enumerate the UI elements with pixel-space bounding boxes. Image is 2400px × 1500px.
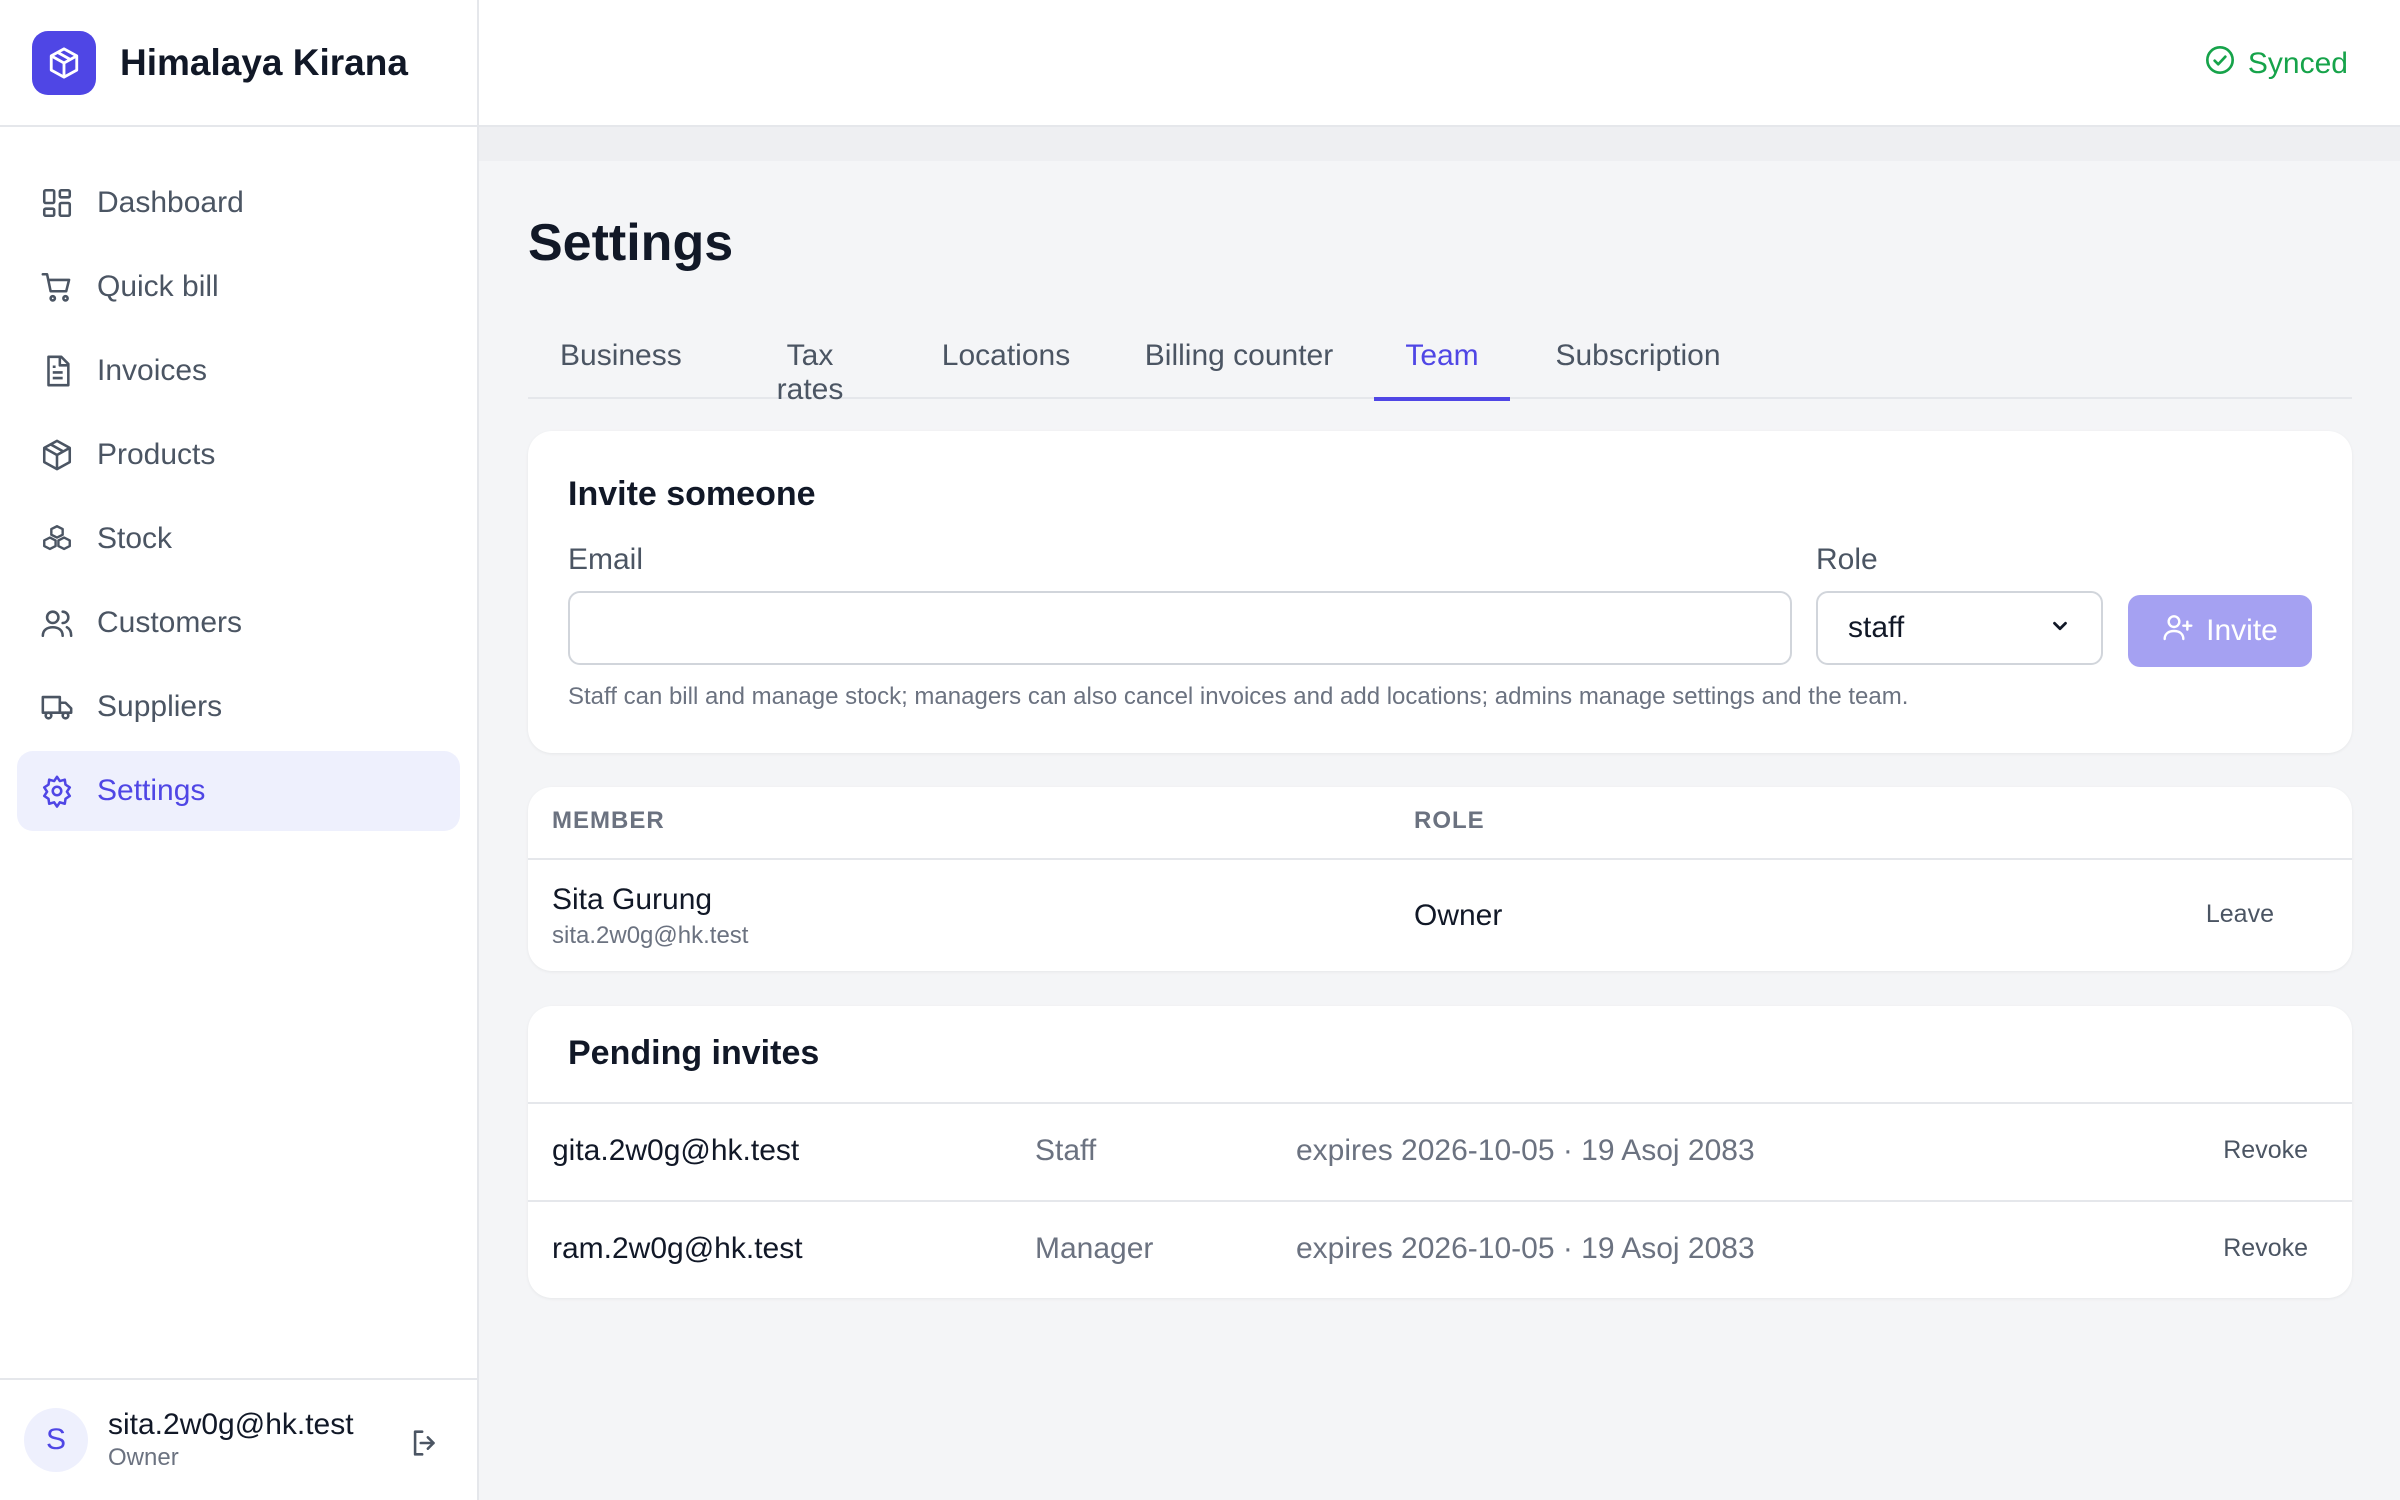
email-label: Email (568, 543, 644, 576)
sidebar-item-label: Customers (97, 606, 243, 639)
content-top-strip (479, 127, 2400, 161)
tab-billing-counter[interactable]: Billing counter (1142, 331, 1336, 399)
check-circle-icon (2204, 44, 2236, 84)
user-email: sita.2w0g@hk.test (108, 1408, 354, 1441)
user-profile: S sita.2w0g@hk.test Owner (0, 1378, 477, 1500)
app-name: Himalaya Kirana (120, 41, 408, 83)
sidebar-item-label: Products (97, 438, 216, 471)
sidebar-item-products[interactable]: Products (17, 415, 460, 495)
dashboard-icon (39, 185, 75, 221)
member-role: Owner (1414, 899, 1503, 932)
divider (528, 858, 2352, 860)
user-role: Owner (108, 1444, 179, 1471)
sidebar-item-invoices[interactable]: Invoices (17, 331, 460, 411)
gear-icon (39, 773, 75, 809)
invite-expiry: expires 2026-10-05 · 19 Asoj 2083 (1296, 1232, 1755, 1265)
boxes-icon (39, 521, 75, 557)
sidebar: Himalaya Kirana Dashboard Quick bill Inv… (0, 0, 479, 1500)
revoke-button[interactable]: Revoke (2223, 1136, 2308, 1165)
sync-status-label: Synced (2247, 47, 2348, 80)
logout-icon[interactable] (408, 1426, 444, 1462)
users-icon (39, 605, 75, 641)
sidebar-item-quick-bill[interactable]: Quick bill (17, 247, 460, 327)
tab-business[interactable]: Business (560, 331, 682, 399)
revoke-button[interactable]: Revoke (2223, 1234, 2308, 1263)
list-item: gita.2w0g@hk.test Staff expires 2026-10-… (528, 1104, 2352, 1202)
sidebar-item-label: Settings (97, 774, 206, 807)
sidebar-item-dashboard[interactable]: Dashboard (17, 163, 460, 243)
invite-button[interactable]: Invite (2128, 595, 2312, 667)
role-select-value: staff (1848, 611, 1905, 644)
box-icon (32, 30, 96, 95)
settings-tabs: Business Tax rates Locations Billing cou… (528, 331, 2352, 406)
truck-icon (39, 689, 75, 725)
invite-expiry: expires 2026-10-05 · 19 Asoj 2083 (1296, 1134, 1755, 1167)
sidebar-item-label: Quick bill (97, 270, 219, 303)
tab-subscription[interactable]: Subscription (1548, 331, 1728, 399)
pending-invites-title: Pending invites (568, 1034, 820, 1072)
sidebar-item-label: Dashboard (97, 186, 244, 219)
sidebar-item-suppliers[interactable]: Suppliers (17, 667, 460, 747)
invite-email: gita.2w0g@hk.test (552, 1134, 800, 1167)
leave-button[interactable]: Leave (2206, 900, 2274, 929)
sidebar-item-label: Suppliers (97, 690, 223, 723)
email-field[interactable] (568, 591, 1792, 665)
tab-tax-rates[interactable]: Tax rates (750, 331, 870, 406)
sidebar-item-settings[interactable]: Settings (17, 751, 460, 831)
avatar: S (24, 1408, 88, 1472)
pending-invites-card: Pending invites gita.2w0g@hk.test Staff … (528, 1006, 2352, 1298)
invite-card: Invite someone Email Role staff Invite S… (528, 431, 2352, 753)
sidebar-item-stock[interactable]: Stock (17, 499, 460, 579)
topbar: Synced (479, 0, 2400, 127)
cart-icon (39, 269, 75, 305)
member-email: sita.2w0g@hk.test (552, 922, 749, 949)
sidebar-item-label: Stock (97, 522, 173, 555)
role-label: Role (1816, 543, 1878, 576)
sidebar-nav: Dashboard Quick bill Invoices Products S… (0, 127, 477, 831)
members-table: MEMBER ROLE Sita Gurung sita.2w0g@hk.tes… (528, 787, 2352, 971)
user-plus-icon (2162, 611, 2194, 651)
role-select[interactable]: staff (1816, 591, 2103, 665)
role-hint: Staff can bill and manage stock; manager… (568, 683, 1909, 710)
page-title: Settings (528, 214, 734, 272)
invite-button-label: Invite (2206, 614, 2278, 647)
user-info: sita.2w0g@hk.test Owner (108, 1408, 354, 1472)
brand: Himalaya Kirana (0, 0, 477, 127)
invite-role: Staff (1035, 1134, 1097, 1167)
document-icon (39, 353, 75, 389)
sync-status: Synced (2204, 44, 2348, 84)
list-item: ram.2w0g@hk.test Manager expires 2026-10… (528, 1202, 2352, 1300)
box-icon (39, 437, 75, 473)
sidebar-item-customers[interactable]: Customers (17, 583, 460, 663)
invite-role: Manager (1035, 1232, 1154, 1265)
sidebar-item-label: Invoices (97, 354, 208, 387)
invite-email: ram.2w0g@hk.test (552, 1232, 803, 1265)
role-column-header: ROLE (1414, 807, 1485, 834)
member-name: Sita Gurung (552, 883, 713, 916)
tab-locations[interactable]: Locations (938, 331, 1074, 399)
tab-team[interactable]: Team (1374, 331, 1510, 401)
chevron-down-icon (2049, 611, 2071, 645)
invite-title: Invite someone (568, 475, 816, 513)
member-column-header: MEMBER (552, 807, 665, 834)
